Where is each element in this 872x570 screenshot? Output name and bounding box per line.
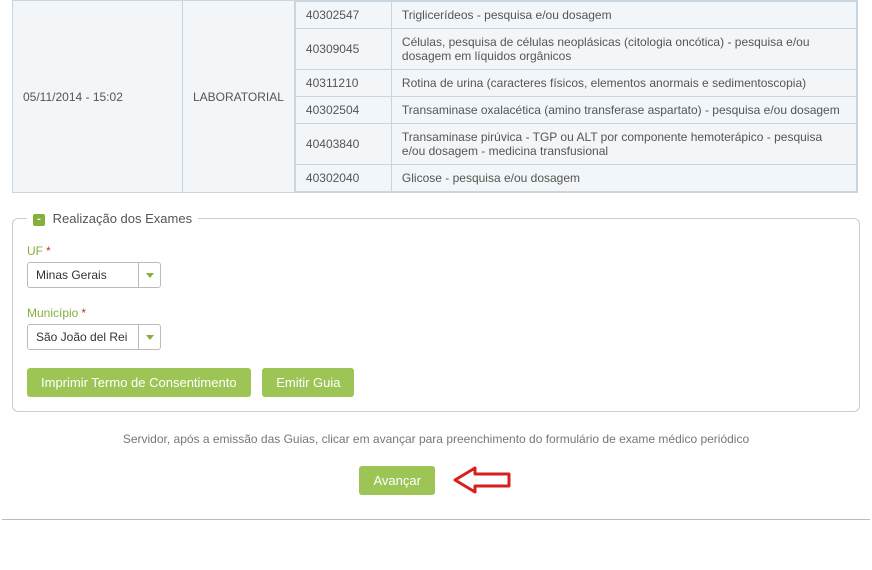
exam-desc-cell: Transaminase pirúvica - TGP ou ALT por c… [391,124,856,165]
uf-select-chevron[interactable] [138,263,160,287]
arrow-annotation [453,464,513,499]
exam-code-cell: 40302547 [295,2,391,29]
exams-location-fieldset: - Realização dos Exames UF* Minas Gerais… [12,211,860,412]
exam-code-cell: 40403840 [295,124,391,165]
advance-button[interactable]: Avançar [359,466,434,495]
fieldset-legend: - Realização dos Exames [27,211,198,226]
emit-guide-button[interactable]: Emitir Guia [262,368,354,397]
exam-code-cell: 40302504 [295,97,391,124]
print-consent-button[interactable]: Imprimir Termo de Consentimento [27,368,251,397]
uf-label: UF* [27,244,845,258]
municipio-field: Município* São João del Rei [27,306,845,350]
municipio-select-chevron[interactable] [138,325,160,349]
arrow-left-icon [453,464,513,496]
exam-desc-cell: Rotina de urina (caracteres físicos, ele… [391,70,856,97]
uf-field: UF* Minas Gerais [27,244,845,288]
exam-code-cell: 40311210 [295,70,391,97]
action-buttons-row: Imprimir Termo de Consentimento Emitir G… [27,368,845,397]
collapse-icon[interactable]: - [33,214,45,226]
exam-desc-cell: Transaminase oxalacética (amino transfer… [391,97,856,124]
exam-item-row: 40309045Células, pesquisa de células neo… [295,29,856,70]
advance-row: Avançar [0,464,872,499]
required-mark: * [46,244,51,258]
exam-code-cell: 40309045 [295,29,391,70]
instruction-text: Servidor, após a emissão das Guias, clic… [0,432,872,446]
exam-item-row: 40403840Transaminase pirúvica - TGP ou A… [295,124,856,165]
required-mark: * [81,306,86,320]
exam-items-table: 40302547Triglicerídeos - pesquisa e/ou d… [295,1,857,192]
exam-group-row: 05/11/2014 - 15:02 LABORATORIAL 40302547… [13,1,858,193]
municipio-label: Município* [27,306,845,320]
exam-desc-cell: Células, pesquisa de células neoplásicas… [391,29,856,70]
uf-select-value: Minas Gerais [28,268,138,282]
exam-code-cell: 40302040 [295,165,391,192]
uf-select[interactable]: Minas Gerais [27,262,161,288]
exam-desc-cell: Glicose - pesquisa e/ou dosagem [391,165,856,192]
exam-date-cell: 05/11/2014 - 15:02 [13,1,183,193]
exam-category-cell: LABORATORIAL [183,1,295,193]
exam-desc-cell: Triglicerídeos - pesquisa e/ou dosagem [391,2,856,29]
municipio-select-value: São João del Rei [28,330,138,344]
chevron-down-icon [146,273,154,278]
exam-item-row: 40302504Transaminase oxalacética (amino … [295,97,856,124]
exam-item-row: 40302040Glicose - pesquisa e/ou dosagem [295,165,856,192]
exam-items-cell: 40302547Triglicerídeos - pesquisa e/ou d… [294,1,857,193]
exam-item-row: 40302547Triglicerídeos - pesquisa e/ou d… [295,2,856,29]
exam-item-row: 40311210Rotina de urina (caracteres físi… [295,70,856,97]
chevron-down-icon [146,335,154,340]
exam-group-table: 05/11/2014 - 15:02 LABORATORIAL 40302547… [12,0,858,193]
municipio-select[interactable]: São João del Rei [27,324,161,350]
fieldset-legend-text: Realização dos Exames [53,211,192,226]
footer-divider [2,519,870,520]
